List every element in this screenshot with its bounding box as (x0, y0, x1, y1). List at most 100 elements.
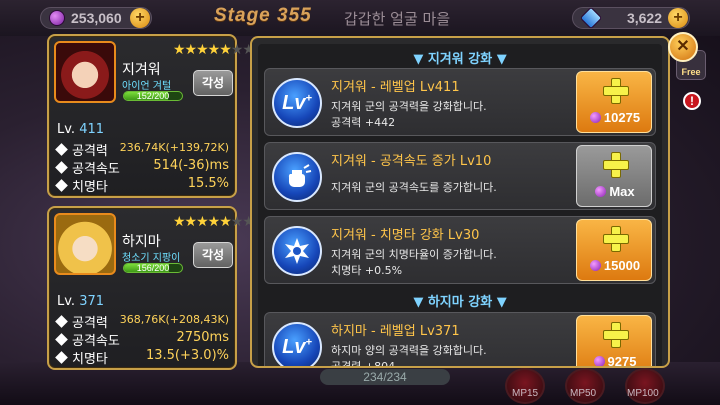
upgrade-title: 지겨워 - 레벨업 Lv411 (331, 80, 460, 95)
xp-bar: 156/200 (123, 263, 183, 273)
stat-label: 공격속도 (72, 334, 120, 349)
close-icon[interactable]: ✕ (668, 32, 698, 62)
buy-upgrade-button[interactable]: 10275 (576, 71, 652, 133)
upgrade-desc: 지겨워 군의 공격력을 강화합니다. (331, 100, 487, 113)
stat-value: 13.5(+3.0)% (145, 348, 229, 363)
upgrade-sub: 치명타 +0.5% (331, 264, 403, 277)
hero-title: 아이언 겨털 (122, 81, 172, 92)
hero-card-jigyeowo[interactable]: ★★★★★★★ 지겨워 아이언 겨털 152/200 각성 Lv. 411 공격… (47, 34, 255, 198)
upgrade-panel: ▼ 지겨워 강화 ▼ Lv+ 지겨워 - 레벨업 Lv411 지겨워 군의 공격… (250, 36, 670, 368)
plus-icon (603, 226, 629, 252)
cost-value: 10275 (603, 110, 641, 125)
stat-value: 514(-36)ms (153, 158, 229, 173)
stat-value: 15.5% (187, 176, 229, 191)
stat-value: 236,74K(+139,72K) (119, 141, 229, 154)
hero-level: Lv. 371 (57, 294, 104, 309)
upgrade-row: 지겨워 - 공격속도 증가 Lv10 지겨워 군의 공격속도를 증가합니다. M… (264, 142, 656, 210)
upgrade-row: Lv+ 지겨워 - 레벨업 Lv411 지겨워 군의 공격력을 강화합니다. 공… (264, 68, 656, 136)
add-diamonds-button[interactable]: + (668, 8, 688, 28)
gem-icon (589, 112, 601, 123)
stat-critical: 치명타 13.5(+3.0)% (55, 348, 229, 367)
alert-icon[interactable]: ! (683, 92, 701, 110)
stat-label: 치명타 (72, 180, 108, 195)
buy-upgrade-button[interactable]: 15000 (576, 219, 652, 281)
upgrade-desc: 하지마 양의 공격력을 강화합니다. (331, 344, 487, 357)
upgrade-sub: 공격력 +804 (331, 360, 396, 368)
hero-card-hajima[interactable]: ★★★★★★★ 하지마 청소기 지팡이 156/200 각성 Lv. 371 공… (47, 206, 255, 370)
mp-cost-1: MP15 (512, 388, 539, 399)
gem-counter-left: 253,060 + (40, 7, 152, 29)
level-label: Lv. (57, 122, 76, 137)
upgrade-title: 지겨워 - 공격속도 증가 Lv10 (331, 154, 492, 169)
stat-attack: 공격력 368,76K(+208,43K) (55, 312, 229, 331)
fist-icon (272, 152, 322, 202)
max-upgrade-button[interactable]: Max (576, 145, 652, 207)
hero-title: 청소기 지팡이 (122, 253, 181, 264)
awaken-button[interactable]: 각성 (193, 70, 233, 96)
diamond-icon (579, 6, 603, 30)
diamond-bullet-icon (55, 143, 68, 156)
upgrade-row: Lv+ 하지마 - 레벨업 Lv371 하지마 양의 공격력을 강화합니다. 공… (264, 312, 656, 368)
diamond-counter: 3,622 + (572, 6, 690, 30)
diamond-bullet-icon (55, 161, 68, 174)
level-value: 371 (79, 294, 105, 309)
section-header-jigyeowo: ▼ 지겨워 강화 ▼ (413, 52, 507, 67)
star-rating: ★★★★★★★ (173, 42, 255, 58)
upgrade-desc: 지겨워 군의 공격속도를 증가합니다. (331, 181, 497, 194)
upgrade-sub: 공격력 +442 (331, 116, 396, 129)
gem-icon (589, 260, 601, 271)
plus-icon (603, 322, 629, 348)
gem-icon (595, 186, 607, 197)
hero-portrait-hajima (54, 213, 116, 275)
gem-icon (593, 356, 605, 366)
plus-icon (603, 152, 629, 178)
stat-attack-speed: 공격속도 2750ms (55, 330, 229, 349)
diamond-bullet-icon (55, 333, 68, 346)
diamond-count: 3,622 (626, 10, 662, 26)
plus-icon (603, 78, 629, 104)
upgrade-cost: 10275 (577, 110, 653, 125)
stat-label: 공격력 (72, 316, 108, 331)
stage-name: 갑갑한 얼굴 마을 (344, 10, 451, 28)
stat-value: 368,76K(+208,43K) (119, 313, 229, 326)
mp-cost-2: MP50 (570, 388, 597, 399)
hp-bar: 234/234 (320, 369, 450, 385)
gem-count: 253,060 (71, 10, 122, 26)
stage-label: Stage 355 (214, 5, 312, 26)
hero-portrait-jigyeowo (54, 41, 116, 103)
stat-attack-speed: 공격속도 514(-36)ms (55, 158, 229, 177)
stat-label: 공격속도 (72, 162, 120, 177)
upgrade-title: 하지마 - 레벨업 Lv371 (331, 324, 460, 339)
upgrade-cost: 15000 (577, 258, 653, 273)
upgrade-cost: 9275 (577, 354, 653, 368)
upgrade-cost: Max (577, 184, 653, 199)
upgrade-desc: 지겨워 군의 치명타율이 증가합니다. (331, 248, 497, 261)
buy-upgrade-button[interactable]: 9275 (576, 315, 653, 368)
level-label: Lv. (57, 294, 76, 309)
hero-name: 지겨워 (122, 62, 161, 78)
hero-name: 하지마 (122, 234, 161, 250)
add-gems-button[interactable]: + (130, 8, 150, 28)
xp-text: 156/200 (136, 263, 170, 273)
xp-text: 152/200 (136, 91, 170, 101)
star-rating: ★★★★★★★ (173, 214, 255, 230)
stat-label: 치명타 (72, 352, 108, 367)
diamond-bullet-icon (55, 351, 68, 364)
stat-attack: 공격력 236,74K(+139,72K) (55, 140, 229, 159)
awaken-button[interactable]: 각성 (193, 242, 233, 268)
stat-critical: 치명타 15.5% (55, 176, 229, 195)
upgrade-row: 지겨워 - 치명타 강화 Lv30 지겨워 군의 치명타율이 증가합니다. 치명… (264, 216, 656, 284)
stat-value: 2750ms (176, 330, 229, 345)
cost-value: 15000 (603, 258, 641, 273)
diamond-bullet-icon (55, 315, 68, 328)
cost-value: 9275 (607, 354, 637, 368)
stat-label: 공격력 (72, 144, 108, 159)
xp-bar: 152/200 (123, 91, 183, 101)
section-header-hajima: ▼ 하지마 강화 ▼ (413, 295, 507, 310)
gem-icon (49, 10, 65, 26)
upgrade-title: 지겨워 - 치명타 강화 Lv30 (331, 228, 480, 243)
diamond-bullet-icon (55, 179, 68, 192)
level-value: 411 (79, 122, 105, 137)
upgrade-list[interactable]: ▼ 지겨워 강화 ▼ Lv+ 지겨워 - 레벨업 Lv411 지겨워 군의 공격… (258, 44, 662, 368)
hero-level: Lv. 411 (57, 122, 104, 137)
